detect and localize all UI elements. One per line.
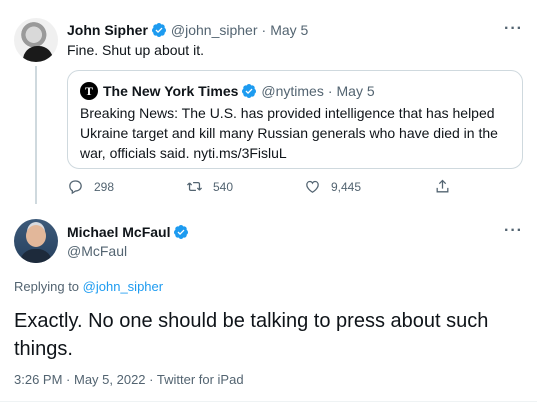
quoted-tweet-text: Breaking News: The U.S. has provided int… (80, 105, 498, 161)
tweet-actions: 298 540 9,445 (67, 178, 467, 200)
like-count: 9,445 (331, 179, 362, 194)
parent-tweet[interactable]: John Sipher @john_sipher · May 5 ··· Fin… (0, 0, 537, 210)
more-icon[interactable]: ··· (504, 20, 523, 38)
author-handle[interactable]: @john_sipher (171, 22, 258, 38)
tweet-source[interactable]: Twitter for iPad (157, 372, 244, 387)
verified-badge-icon (242, 84, 257, 98)
replying-prefix: Replying to (14, 279, 80, 294)
parent-tweet-header: John Sipher @john_sipher · May 5 (67, 22, 308, 38)
meta-separator: · (62, 372, 74, 387)
retweet-count: 540 (213, 179, 234, 194)
author-handle[interactable]: @McFaul (67, 243, 127, 259)
avatar-michael-mcfaul[interactable] (14, 219, 58, 263)
verified-badge-icon (174, 225, 189, 239)
reply-button[interactable]: 298 (67, 178, 114, 195)
quoted-author-name: The New York Times (103, 83, 239, 99)
replying-to: Replying to @john_sipher (14, 279, 163, 294)
tweet-meta: 3:26 PM · May 5, 2022 · Twitter for iPad (14, 372, 244, 387)
avatar-john-sipher[interactable] (14, 18, 58, 62)
separator-dot: · (261, 22, 267, 38)
tweet-full-date[interactable]: May 5, 2022 (74, 372, 146, 387)
quoted-tweet-date: May 5 (336, 83, 375, 99)
replying-to-link[interactable]: @john_sipher (83, 279, 163, 294)
reply-count: 298 (94, 179, 115, 194)
quoted-author-handle: @nytimes (261, 83, 324, 99)
quoted-tweet-header: T The New York Times @nytimes · May 5 (80, 82, 375, 100)
reply-icon (69, 180, 82, 195)
author-name[interactable]: Michael McFaul (67, 224, 170, 240)
main-tweet-text: Exactly. No one should be talking to pre… (14, 310, 489, 360)
tweet-text: Fine. Shut up about it. (67, 42, 204, 58)
meta-separator: · (145, 372, 157, 387)
nyt-avatar-icon: T (80, 82, 98, 100)
retweet-icon (186, 181, 203, 192)
like-icon (306, 180, 319, 193)
separator-dot: · (327, 83, 333, 99)
retweet-button[interactable]: 540 (186, 178, 233, 195)
divider (0, 401, 537, 402)
like-button[interactable]: 9,445 (304, 178, 361, 195)
quoted-tweet[interactable]: T The New York Times @nytimes · May 5 Br… (67, 70, 523, 169)
tweet-date[interactable]: May 5 (270, 22, 308, 38)
author-name[interactable]: John Sipher (67, 22, 148, 38)
verified-badge-icon (151, 23, 166, 37)
share-icon (436, 179, 449, 193)
more-icon[interactable]: ··· (504, 222, 523, 240)
share-button[interactable] (434, 178, 461, 195)
tweet-time[interactable]: 3:26 PM (14, 372, 62, 387)
main-tweet-header: Michael McFaul (67, 224, 189, 240)
